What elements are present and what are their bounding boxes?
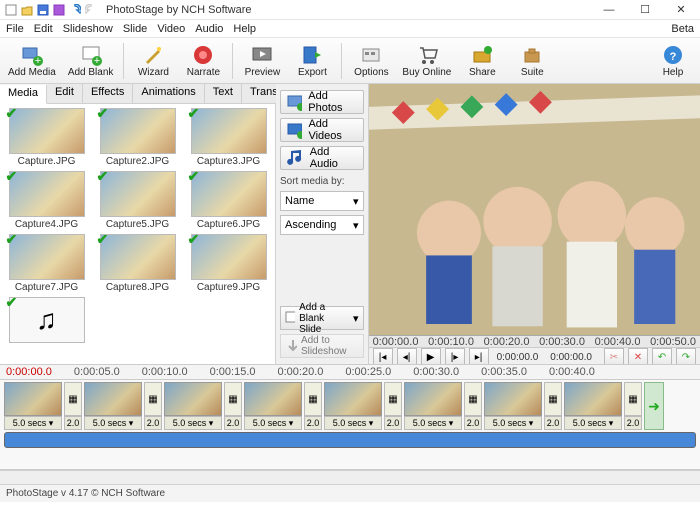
tab-animations[interactable]: Animations — [133, 84, 204, 103]
media-thumb[interactable]: ✔Capture5.JPG — [95, 171, 180, 230]
buy-online-button[interactable]: Buy Online — [398, 40, 455, 82]
options-button[interactable]: Options — [348, 40, 394, 82]
playback-total: 0:00:00.0 — [550, 352, 592, 363]
svg-text:+: + — [93, 55, 99, 66]
saveas-icon[interactable] — [52, 3, 66, 17]
menu-help[interactable]: Help — [233, 23, 256, 35]
media-tabs: Media Edit Effects Animations Text Trans… — [0, 84, 275, 104]
narrate-button[interactable]: Narrate — [180, 40, 226, 82]
new-icon[interactable] — [4, 3, 18, 17]
add-blank-slide-button[interactable]: Add a Blank Slide▾ — [280, 306, 364, 330]
help-button[interactable]: ?Help — [650, 40, 696, 82]
transition[interactable]: ▦2.0 — [384, 382, 402, 430]
transition[interactable]: ▦2.0 — [224, 382, 242, 430]
transition[interactable]: ▦2.0 — [64, 382, 82, 430]
maximize-button[interactable]: ☐ — [630, 1, 660, 19]
menu-file[interactable]: File — [6, 23, 24, 35]
menubar: File Edit Slideshow Slide Video Audio He… — [0, 20, 700, 38]
redo-icon[interactable] — [84, 3, 98, 17]
window-title: PhotoStage by NCH Software — [106, 4, 252, 16]
toolbar: +Add Media +Add Blank Wizard Narrate Pre… — [0, 38, 700, 84]
preview-area — [369, 84, 700, 335]
media-thumb[interactable]: ✔Capture2.JPG — [95, 108, 180, 167]
menu-video[interactable]: Video — [157, 23, 185, 35]
audio-thumb[interactable]: ✔♫ — [4, 297, 89, 343]
media-thumb[interactable]: ✔Capture4.JPG — [4, 171, 89, 230]
audio-track[interactable] — [4, 432, 696, 448]
add-to-slideshow-button[interactable]: Add to Slideshow — [280, 334, 364, 358]
transition[interactable]: ▦2.0 — [624, 382, 642, 430]
add-media-button[interactable]: +Add Media — [4, 40, 60, 82]
transition[interactable]: ▦2.0 — [464, 382, 482, 430]
wizard-button[interactable]: Wizard — [130, 40, 176, 82]
transition[interactable]: ▦2.0 — [544, 382, 562, 430]
minimize-button[interactable]: — — [594, 1, 624, 19]
timeline-clip[interactable]: 5.0 secs ▾ — [84, 382, 142, 430]
timeline-add[interactable]: ➜ — [644, 382, 664, 430]
timeline-ruler[interactable]: 0:00:00.00:00:05.00:00:10.00:00:15.00:00… — [0, 364, 700, 380]
export-button[interactable]: Export — [289, 40, 335, 82]
sort-label: Sort media by: — [280, 176, 364, 187]
menu-slide[interactable]: Slide — [123, 23, 147, 35]
timeline-clip[interactable]: 5.0 secs ▾ — [324, 382, 382, 430]
tab-text[interactable]: Text — [205, 84, 242, 103]
suite-button[interactable]: Suite — [509, 40, 555, 82]
tab-effects[interactable]: Effects — [83, 84, 133, 103]
media-grid: ✔Capture.JPG✔Capture2.JPG✔Capture3.JPG✔C… — [0, 104, 275, 364]
timeline[interactable]: 5.0 secs ▾▦2.05.0 secs ▾▦2.05.0 secs ▾▦2… — [0, 380, 700, 470]
add-photos-button[interactable]: Add Photos — [280, 90, 364, 114]
preview-timescale: 0:00:00.00:00:10.00:00:20.00:00:30.00:00… — [369, 335, 700, 347]
sort-field-select[interactable]: Name▾ — [280, 191, 364, 211]
menu-slideshow[interactable]: Slideshow — [63, 23, 113, 35]
media-thumb[interactable]: ✔Capture8.JPG — [95, 234, 180, 293]
tab-media[interactable]: Media — [0, 85, 47, 104]
add-audio-button[interactable]: Add Audio — [280, 146, 364, 170]
media-thumb[interactable]: ✔Capture6.JPG — [186, 171, 271, 230]
add-blank-button[interactable]: +Add Blank — [64, 40, 118, 82]
preview-button[interactable]: Preview — [239, 40, 285, 82]
playback-position: 0:00:00.0 — [497, 352, 539, 363]
media-thumb[interactable]: ✔Capture7.JPG — [4, 234, 89, 293]
undo-icon[interactable] — [68, 3, 82, 17]
transition[interactable]: ▦2.0 — [144, 382, 162, 430]
save-icon[interactable] — [36, 3, 50, 17]
timeline-clip[interactable]: 5.0 secs ▾ — [4, 382, 62, 430]
svg-text:+: + — [35, 55, 41, 66]
tab-edit[interactable]: Edit — [47, 84, 83, 103]
timeline-clip[interactable]: 5.0 secs ▾ — [564, 382, 622, 430]
share-button[interactable]: Share — [459, 40, 505, 82]
timeline-clip[interactable]: 5.0 secs ▾ — [164, 382, 222, 430]
svg-text:?: ? — [670, 51, 677, 63]
sort-dir-select[interactable]: Ascending▾ — [280, 215, 364, 235]
add-videos-button[interactable]: Add Videos — [280, 118, 364, 142]
menu-audio[interactable]: Audio — [195, 23, 223, 35]
beta-label: Beta — [671, 23, 694, 35]
media-thumb[interactable]: ✔Capture3.JPG — [186, 108, 271, 167]
status-bar: PhotoStage v 4.17 © NCH Software — [0, 484, 700, 502]
media-thumb[interactable]: ✔Capture.JPG — [4, 108, 89, 167]
timeline-clip[interactable]: 5.0 secs ▾ — [484, 382, 542, 430]
transition[interactable]: ▦2.0 — [304, 382, 322, 430]
timeline-clip[interactable]: 5.0 secs ▾ — [244, 382, 302, 430]
timeline-scrollbar[interactable] — [0, 470, 700, 484]
menu-edit[interactable]: Edit — [34, 23, 53, 35]
timeline-clip[interactable]: 5.0 secs ▾ — [404, 382, 462, 430]
media-thumb[interactable]: ✔Capture9.JPG — [186, 234, 271, 293]
close-button[interactable]: ✕ — [666, 1, 696, 19]
open-icon[interactable] — [20, 3, 34, 17]
